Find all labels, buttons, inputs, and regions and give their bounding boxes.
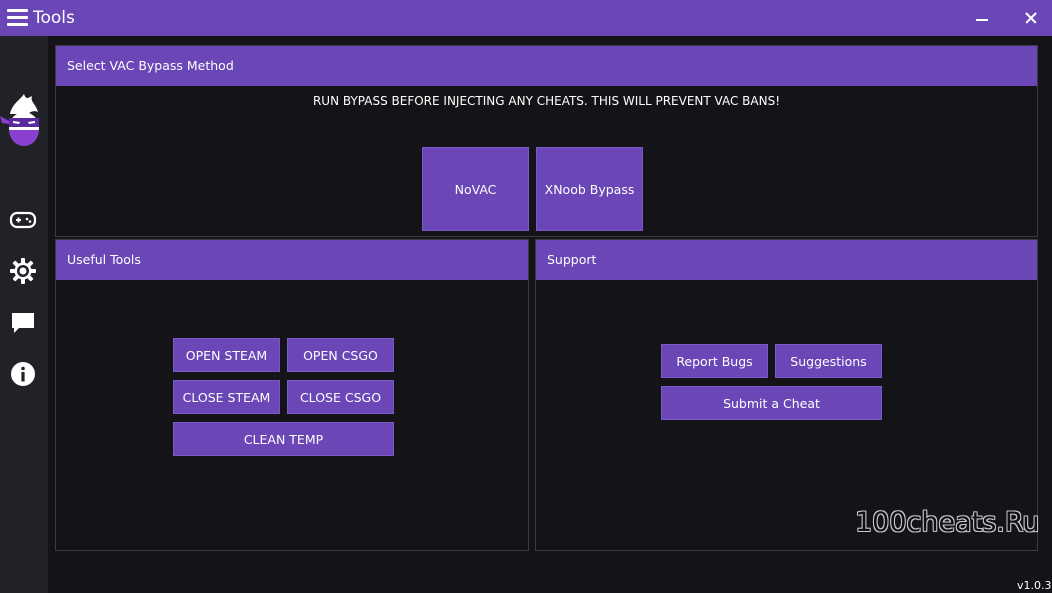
watermark-text: 100cheats.Ru <box>855 507 1040 538</box>
submit-cheat-button[interactable]: Submit a Cheat <box>661 386 882 420</box>
version-label: v1.0.3 <box>1017 579 1052 592</box>
close-button[interactable] <box>1021 8 1041 28</box>
gamepad-icon[interactable] <box>9 206 37 234</box>
close-steam-button[interactable]: CLOSE STEAM <box>173 380 280 414</box>
suggestions-button[interactable]: Suggestions <box>775 344 882 378</box>
novac-button[interactable]: NoVAC <box>422 147 529 231</box>
ninja-logo <box>0 94 39 146</box>
clean-temp-button[interactable]: CLEAN TEMP <box>173 422 394 456</box>
open-steam-button[interactable]: OPEN STEAM <box>173 338 280 372</box>
sidebar <box>0 36 48 593</box>
support-panel: Support Report Bugs Suggestions Submit a… <box>535 239 1038 551</box>
window-title: Tools <box>33 8 75 28</box>
report-bugs-button[interactable]: Report Bugs <box>661 344 768 378</box>
vac-panel-header: Select VAC Bypass Method <box>56 46 1037 86</box>
vac-bypass-panel: Select VAC Bypass Method RUN BYPASS BEFO… <box>55 45 1038 237</box>
open-csgo-button[interactable]: OPEN CSGO <box>287 338 394 372</box>
vac-notice: RUN BYPASS BEFORE INJECTING ANY CHEATS. … <box>312 94 781 108</box>
support-panel-header: Support <box>536 240 1037 280</box>
tools-panel-header: Useful Tools <box>56 240 528 280</box>
close-csgo-button[interactable]: CLOSE CSGO <box>287 380 394 414</box>
hamburger-menu-icon[interactable] <box>7 9 28 27</box>
xnoob-bypass-button[interactable]: XNoob Bypass <box>536 147 643 231</box>
gear-icon[interactable] <box>9 257 37 285</box>
chat-icon[interactable] <box>9 309 37 337</box>
useful-tools-panel: Useful Tools OPEN STEAM OPEN CSGO CLOSE … <box>55 239 529 551</box>
title-bar: Tools <box>0 0 1052 36</box>
minimize-button[interactable] <box>972 8 992 28</box>
info-icon[interactable] <box>9 360 37 388</box>
